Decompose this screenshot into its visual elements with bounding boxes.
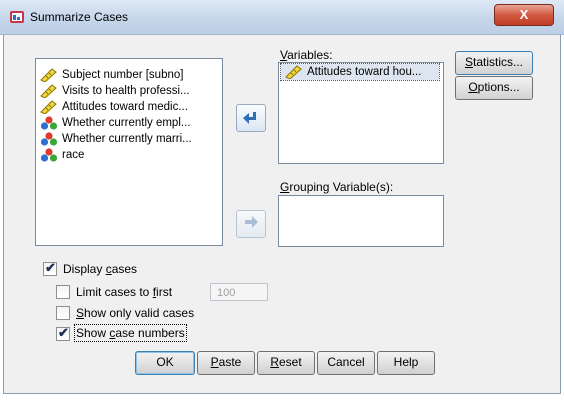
show-valid-cases-checkbox[interactable] <box>56 306 70 320</box>
cancel-button[interactable]: Cancel <box>317 351 375 375</box>
move-to-grouping-button[interactable] <box>236 210 266 238</box>
statistics-button[interactable]: Statistics... <box>455 51 533 75</box>
ruler-icon <box>40 100 57 114</box>
selected-variable-item[interactable]: Attitudes toward hou... <box>280 63 440 81</box>
ruler-icon <box>40 68 57 82</box>
display-cases-checkbox[interactable]: ✔ <box>43 260 57 276</box>
show-valid-cases-label: Show only valid cases <box>76 306 195 320</box>
help-button[interactable]: Help <box>377 351 435 375</box>
checkmark-icon: ✔ <box>58 325 69 340</box>
nominal-icon <box>40 148 58 162</box>
arrow-right-icon <box>245 216 258 228</box>
move-to-variables-button[interactable] <box>236 104 266 132</box>
paste-button[interactable]: Paste <box>197 351 255 375</box>
reset-button[interactable]: Reset <box>257 351 315 375</box>
window-title: Summarize Cases <box>30 10 129 24</box>
list-item-label: Attitudes toward medic... <box>62 101 188 113</box>
list-item-label: Whether currently marri... <box>62 133 192 145</box>
checkmark-icon: ✔ <box>45 260 56 275</box>
spss-dialog-icon <box>10 11 24 23</box>
close-button[interactable]: X <box>494 4 554 26</box>
list-item-label: Subject number [subno] <box>62 69 184 81</box>
list-item-label: race <box>62 149 85 161</box>
close-icon: X <box>519 7 529 22</box>
ruler-icon <box>40 84 57 98</box>
list-item-label: Visits to health professi... <box>62 85 190 97</box>
grouping-label: Grouping Variable(s): <box>280 180 394 194</box>
show-case-numbers-label: Show case numbers <box>74 324 187 342</box>
source-variable-list[interactable]: Subject number [subno] Visits to health … <box>35 58 223 246</box>
variables-label: Variables: <box>280 48 333 62</box>
grouping-variable-list[interactable] <box>278 195 444 247</box>
nominal-icon <box>40 132 58 146</box>
limit-cases-input[interactable]: 100 <box>210 283 268 301</box>
variables-list[interactable]: Attitudes toward hou... <box>278 62 444 164</box>
ruler-icon <box>285 65 302 79</box>
nominal-icon <box>40 116 58 130</box>
title-bar: Summarize Cases X <box>0 0 564 35</box>
limit-cases-label: Limit cases to first <box>76 285 173 299</box>
options-button[interactable]: Options... <box>455 76 533 100</box>
limit-cases-checkbox[interactable] <box>56 285 70 299</box>
display-cases-label: Display cases <box>63 262 138 276</box>
arrow-left-icon <box>243 112 256 124</box>
list-item-label: Attitudes toward hou... <box>307 66 422 78</box>
show-case-numbers-checkbox[interactable]: ✔ <box>56 325 70 341</box>
ok-button[interactable]: OK <box>135 351 195 375</box>
list-item-label: Whether currently empl... <box>62 117 191 129</box>
bottom-edge <box>0 394 564 402</box>
